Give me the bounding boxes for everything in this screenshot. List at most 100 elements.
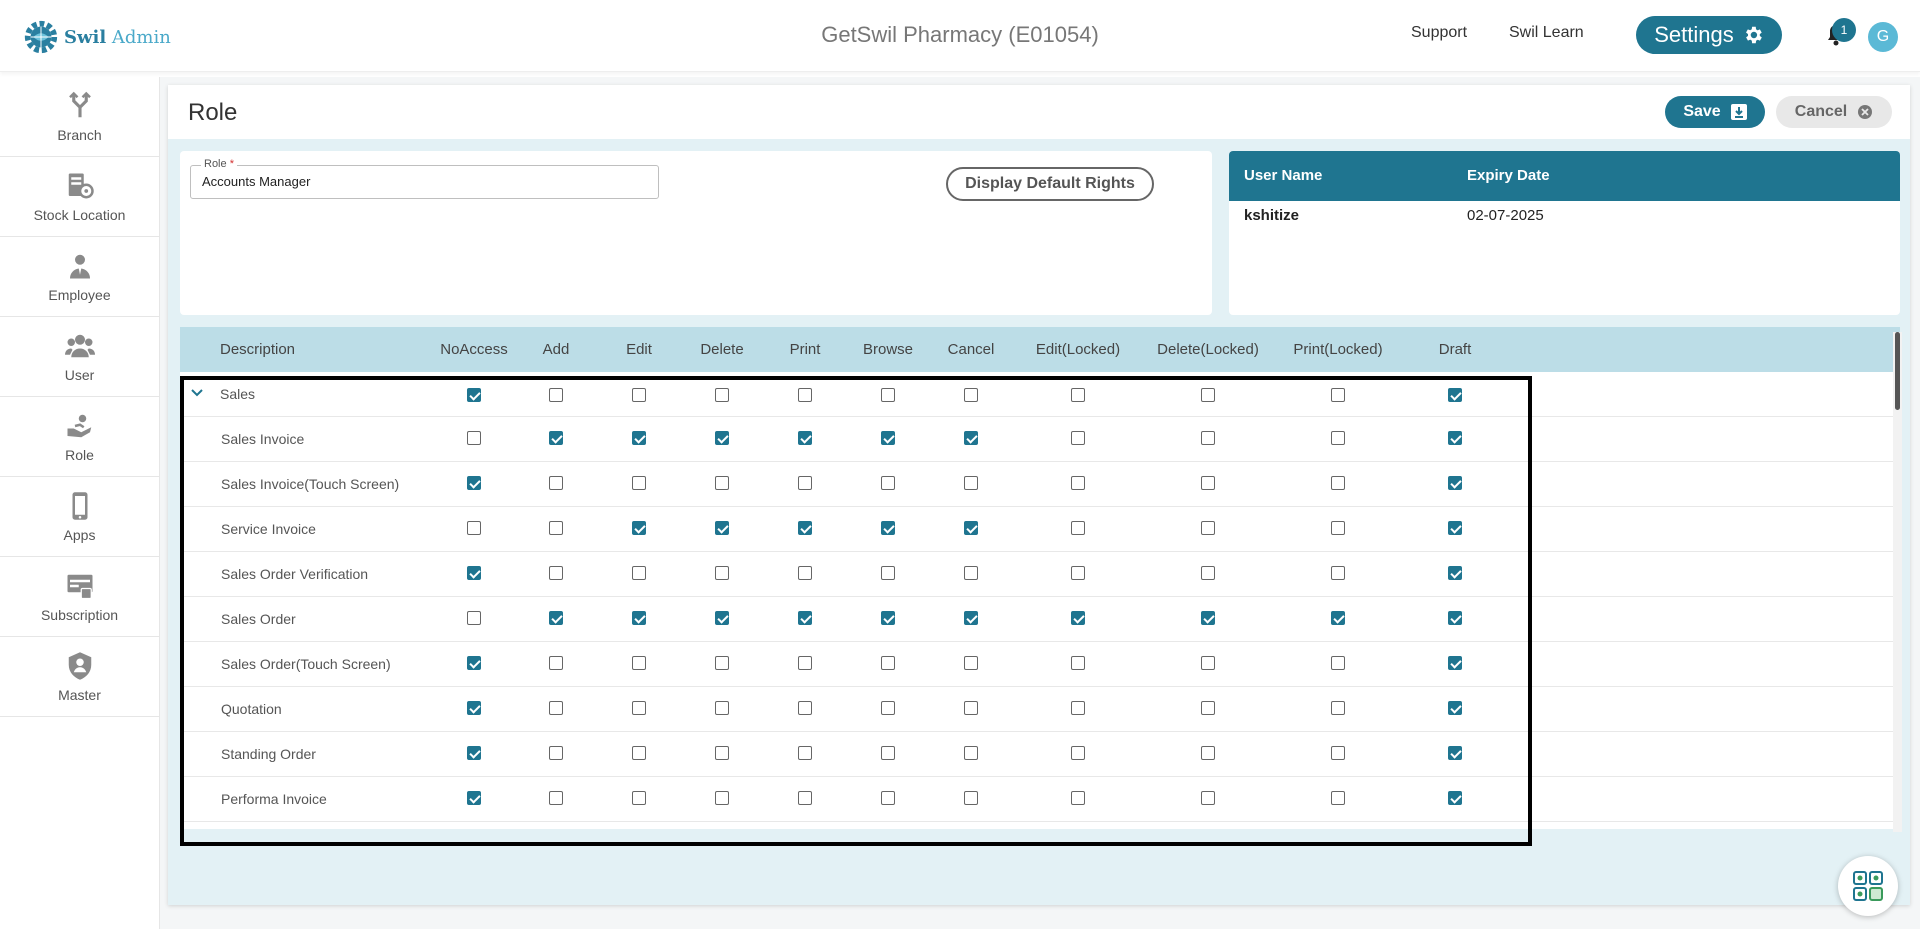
- permission-checkbox[interactable]: [881, 431, 895, 445]
- sidebar-item-master[interactable]: Master: [0, 637, 159, 717]
- swil-learn-link[interactable]: Swil Learn: [1509, 24, 1584, 42]
- permission-checkbox[interactable]: [467, 431, 481, 445]
- sidebar-item-user[interactable]: User: [0, 317, 159, 397]
- permission-checkbox[interactable]: [1201, 476, 1215, 490]
- permission-checkbox[interactable]: [964, 791, 978, 805]
- permission-checkbox[interactable]: [798, 701, 812, 715]
- permission-checkbox[interactable]: [881, 388, 895, 402]
- permission-checkbox[interactable]: [1448, 566, 1462, 580]
- permission-checkbox[interactable]: [1071, 701, 1085, 715]
- sidebar-item-stock-location[interactable]: Stock Location: [0, 157, 159, 237]
- permission-checkbox[interactable]: [1071, 611, 1085, 625]
- permission-checkbox[interactable]: [1331, 656, 1345, 670]
- permission-checkbox[interactable]: [964, 431, 978, 445]
- permission-checkbox[interactable]: [715, 791, 729, 805]
- permission-checkbox[interactable]: [798, 656, 812, 670]
- permission-checkbox[interactable]: [1331, 566, 1345, 580]
- permission-checkbox[interactable]: [715, 701, 729, 715]
- permission-checkbox[interactable]: [1071, 791, 1085, 805]
- permission-checkbox[interactable]: [1331, 791, 1345, 805]
- permission-checkbox[interactable]: [1201, 431, 1215, 445]
- permission-checkbox[interactable]: [798, 791, 812, 805]
- permission-checkbox[interactable]: [1201, 746, 1215, 760]
- quick-apps-button[interactable]: [1838, 856, 1898, 916]
- save-button[interactable]: Save: [1665, 96, 1765, 128]
- permission-checkbox[interactable]: [1331, 521, 1345, 535]
- permission-checkbox[interactable]: [715, 611, 729, 625]
- role-field[interactable]: Role *: [190, 158, 659, 199]
- scrollbar-thumb[interactable]: [1895, 332, 1900, 410]
- permission-checkbox[interactable]: [549, 521, 563, 535]
- permission-checkbox[interactable]: [715, 388, 729, 402]
- permission-checkbox[interactable]: [1201, 611, 1215, 625]
- sidebar-item-subscription[interactable]: Subscription: [0, 557, 159, 637]
- permission-checkbox[interactable]: [632, 431, 646, 445]
- permission-checkbox[interactable]: [964, 388, 978, 402]
- permission-checkbox[interactable]: [549, 476, 563, 490]
- permission-checkbox[interactable]: [798, 521, 812, 535]
- permission-checkbox[interactable]: [1448, 746, 1462, 760]
- avatar[interactable]: G: [1868, 22, 1898, 52]
- permission-checkbox[interactable]: [1448, 701, 1462, 715]
- permission-checkbox[interactable]: [964, 656, 978, 670]
- permission-checkbox[interactable]: [798, 476, 812, 490]
- permission-checkbox[interactable]: [467, 566, 481, 580]
- permission-checkbox[interactable]: [715, 431, 729, 445]
- permission-checkbox[interactable]: [632, 611, 646, 625]
- permission-checkbox[interactable]: [467, 611, 481, 625]
- permission-checkbox[interactable]: [1201, 388, 1215, 402]
- permission-checkbox[interactable]: [1331, 476, 1345, 490]
- sidebar-item-branch[interactable]: Branch: [0, 77, 159, 157]
- permission-checkbox[interactable]: [1448, 791, 1462, 805]
- permission-checkbox[interactable]: [632, 521, 646, 535]
- permission-checkbox[interactable]: [1201, 656, 1215, 670]
- permission-checkbox[interactable]: [1331, 746, 1345, 760]
- permission-checkbox[interactable]: [632, 656, 646, 670]
- permission-checkbox[interactable]: [1448, 656, 1462, 670]
- permission-checkbox[interactable]: [1201, 521, 1215, 535]
- permission-checkbox[interactable]: [715, 476, 729, 490]
- permission-checkbox[interactable]: [1071, 388, 1085, 402]
- permission-checkbox[interactable]: [881, 791, 895, 805]
- role-input[interactable]: [202, 174, 642, 189]
- table-row[interactable]: kshitize 02-07-2025: [1229, 201, 1900, 231]
- permission-checkbox[interactable]: [1071, 566, 1085, 580]
- permission-checkbox[interactable]: [467, 791, 481, 805]
- permission-checkbox[interactable]: [1448, 521, 1462, 535]
- permission-checkbox[interactable]: [632, 476, 646, 490]
- permission-checkbox[interactable]: [881, 476, 895, 490]
- permission-checkbox[interactable]: [1331, 431, 1345, 445]
- permission-checkbox[interactable]: [1071, 476, 1085, 490]
- permission-checkbox[interactable]: [549, 566, 563, 580]
- permission-checkbox[interactable]: [881, 656, 895, 670]
- permission-checkbox[interactable]: [881, 701, 895, 715]
- permission-checkbox[interactable]: [964, 566, 978, 580]
- permission-checkbox[interactable]: [1331, 701, 1345, 715]
- permission-checkbox[interactable]: [1448, 611, 1462, 625]
- permission-checkbox[interactable]: [632, 566, 646, 580]
- permission-checkbox[interactable]: [632, 746, 646, 760]
- permission-checkbox[interactable]: [964, 701, 978, 715]
- brand-logo[interactable]: Swil Admin: [22, 18, 171, 56]
- display-default-rights-button[interactable]: Display Default Rights: [946, 167, 1154, 201]
- permission-checkbox[interactable]: [549, 611, 563, 625]
- permission-checkbox[interactable]: [881, 611, 895, 625]
- permission-checkbox[interactable]: [798, 388, 812, 402]
- permission-checkbox[interactable]: [467, 701, 481, 715]
- permission-checkbox[interactable]: [1331, 388, 1345, 402]
- permission-checkbox[interactable]: [715, 746, 729, 760]
- settings-button[interactable]: Settings: [1636, 16, 1782, 54]
- permission-checkbox[interactable]: [964, 746, 978, 760]
- permission-checkbox[interactable]: [1448, 431, 1462, 445]
- permission-checkbox[interactable]: [798, 431, 812, 445]
- permission-checkbox[interactable]: [1448, 388, 1462, 402]
- sidebar-item-apps[interactable]: Apps: [0, 477, 159, 557]
- permission-checkbox[interactable]: [715, 656, 729, 670]
- permission-checkbox[interactable]: [1201, 791, 1215, 805]
- permission-checkbox[interactable]: [549, 791, 563, 805]
- cancel-button[interactable]: Cancel: [1776, 96, 1892, 128]
- permission-checkbox[interactable]: [467, 746, 481, 760]
- permission-checkbox[interactable]: [549, 701, 563, 715]
- permission-checkbox[interactable]: [881, 566, 895, 580]
- chevron-down-icon[interactable]: [190, 386, 204, 400]
